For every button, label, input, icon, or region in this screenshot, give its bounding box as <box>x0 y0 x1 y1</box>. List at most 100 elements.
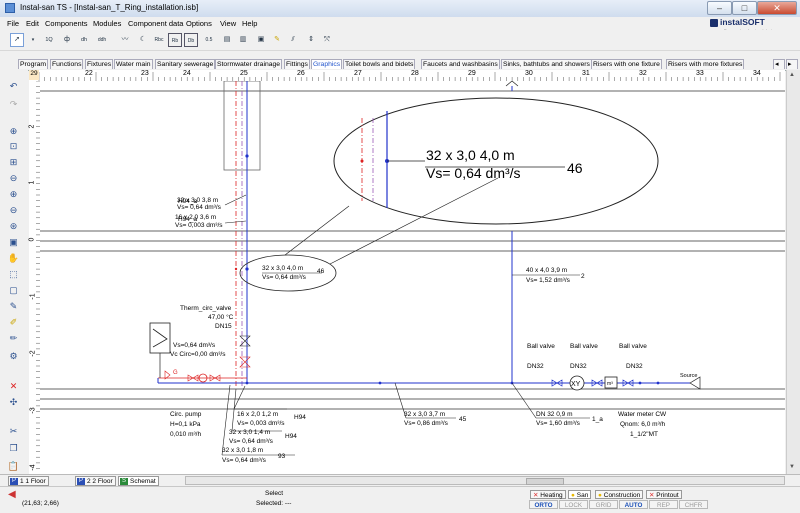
select-arrow-icon[interactable]: ➚ <box>10 33 24 47</box>
toggle-grid[interactable]: GRID <box>589 500 618 509</box>
zoom-plus-icon[interactable]: ⊕ <box>7 188 20 201</box>
sheet-badge: P <box>77 478 85 485</box>
curve-icon[interactable]: ☾ <box>136 33 150 47</box>
zoom-in-icon[interactable]: ⊕ <box>7 125 20 138</box>
minimize-button[interactable]: – <box>707 1 732 15</box>
printer-icon[interactable]: ▥ <box>236 33 250 47</box>
tab-fittings[interactable]: Fittings <box>284 59 310 69</box>
tab-functions[interactable]: Functions <box>50 59 84 69</box>
hatch-icon[interactable]: ⫽ <box>286 33 300 47</box>
pipe-1q-icon[interactable]: 1Q <box>42 33 56 47</box>
tab-sanitary-sewerage[interactable]: Sanitary sewerage <box>155 59 216 69</box>
ball-valve-1-dn: DN32 <box>527 363 544 370</box>
scroll-thumb[interactable] <box>526 478 564 485</box>
maximize-button[interactable]: □ <box>732 1 757 15</box>
toggle-rep[interactable]: REP <box>649 500 678 509</box>
redo-icon[interactable]: ↷ <box>7 98 20 111</box>
rb-icon[interactable]: Rb <box>168 33 182 47</box>
db-icon[interactable]: Db <box>184 33 198 47</box>
view-panel-icon[interactable]: ▣ <box>7 236 20 249</box>
menu-options[interactable]: Options <box>186 19 212 28</box>
cut-icon[interactable]: ✂ <box>7 425 20 438</box>
copy-icon[interactable]: ❐ <box>7 442 20 455</box>
edit-object-icon[interactable]: ✏ <box>7 332 20 345</box>
vertical-scrollbar[interactable]: ▲ ▼ <box>786 70 800 474</box>
insert-icon[interactable]: ✣ <box>7 396 20 409</box>
tab-risers-more[interactable]: Risers with more fixtures <box>666 59 745 69</box>
scroll-up-icon[interactable]: ▲ <box>789 72 795 78</box>
dimension-icon[interactable]: 0.5 <box>202 33 216 47</box>
therm-valve-symbol[interactable] <box>239 335 251 347</box>
scroll-down-icon[interactable]: ▼ <box>789 464 795 470</box>
tab-risers-one[interactable]: Risers with one fixture <box>591 59 662 69</box>
menu-help[interactable]: Help <box>242 19 257 28</box>
menu-modules[interactable]: Modules <box>93 19 121 28</box>
menu-edit[interactable]: Edit <box>26 19 39 28</box>
tab-faucets[interactable]: Faucets and washbasins <box>421 59 500 69</box>
toggle-lock[interactable]: LOCK <box>559 500 588 509</box>
rbc-icon[interactable]: Rbc <box>152 33 166 47</box>
drawing-canvas[interactable]: 32 x 3,0 4,0 m Vs= 0,64 dm³/s 46 H94_a H… <box>40 81 785 474</box>
tab-scroll-right[interactable]: ▸ <box>786 59 798 69</box>
zoom-minus-icon[interactable]: ⊖ <box>7 204 20 217</box>
pipe-tee-icon[interactable]: ф <box>60 33 74 47</box>
pencil-yellow-icon[interactable]: ✎ <box>270 33 284 47</box>
menu-view[interactable]: View <box>220 19 236 28</box>
close-button[interactable]: ✕ <box>757 1 797 15</box>
panel-icon[interactable]: ▣ <box>254 33 268 47</box>
menu-component-data[interactable]: Component data <box>128 19 183 28</box>
meter-line3: 1_1/2"MT <box>630 431 658 438</box>
sheet-tab-floor2[interactable]: P 2 2 Floor <box>75 476 116 486</box>
zoom-window-icon[interactable]: ⊡ <box>7 140 20 153</box>
select-region-icon[interactable]: ▢ <box>7 284 20 297</box>
pan-hand-icon[interactable]: ✋ <box>7 252 20 265</box>
n1a-flow: Vs= 1,60 dm³/s <box>536 420 581 427</box>
ruler-tick-label: -4 <box>29 464 37 471</box>
pen-icon[interactable]: ✎ <box>7 300 20 313</box>
sheet-tab-schemat[interactable]: S Schemat <box>118 476 159 486</box>
menu-components[interactable]: Components <box>45 19 88 28</box>
drawer-icon[interactable]: ▤ <box>220 33 234 47</box>
tab-scroll-left[interactable]: ◂ <box>773 59 785 69</box>
zoom-all-icon[interactable]: ⊛ <box>7 220 20 233</box>
dropdown-icon[interactable]: ▾ <box>26 33 40 47</box>
mode-tab-san[interactable]: ● San <box>568 490 592 499</box>
tab-program[interactable]: Program <box>18 59 49 69</box>
h94a-flow-bot: Vs= 0,003 dm³/s <box>175 222 223 229</box>
tab-fixtures[interactable]: Fixtures <box>85 59 114 69</box>
toggle-chfr[interactable]: CHFR <box>679 500 708 509</box>
pipe-ddh-icon[interactable]: ddh <box>95 33 109 47</box>
delete-icon[interactable]: ✕ <box>7 380 20 393</box>
pipe-branch-icon[interactable]: dh <box>77 33 91 47</box>
tab-graphics[interactable]: Graphics <box>311 59 343 69</box>
ruler-tick-label: 2 <box>28 124 36 129</box>
ruler-corner: 29 <box>29 70 39 80</box>
mode-tab-printout[interactable]: ✕ Printout <box>646 490 682 499</box>
zoom-out-icon[interactable]: ⊖ <box>7 172 20 185</box>
paste-icon[interactable]: 📋 <box>7 460 20 473</box>
undo-icon[interactable]: ↶ <box>7 80 20 93</box>
highlighter-icon[interactable]: ✐ <box>7 316 20 329</box>
mode-tab-construction[interactable]: ● Construction <box>595 490 644 499</box>
mode-tab-heating[interactable]: ✕ Heating <box>530 490 566 499</box>
sheet-tab-floor1[interactable]: P 1 1 Floor <box>8 476 49 486</box>
horizontal-scrollbar[interactable] <box>185 476 785 485</box>
move-icon[interactable]: ⇕ <box>304 33 318 47</box>
tab-stormwater-drainage[interactable]: Stormwater drainage <box>215 59 283 69</box>
route-icon[interactable]: ⤲ <box>320 33 334 47</box>
menu-file[interactable]: File <box>7 19 19 28</box>
tab-toilet-bowls[interactable]: Toilet bowls and bidets <box>343 59 416 69</box>
zigzag-icon[interactable]: 〰 <box>118 33 132 47</box>
heater-box[interactable] <box>149 322 171 354</box>
n1a-node: 1_a <box>592 416 603 423</box>
properties-icon[interactable]: ⚙ <box>7 350 20 363</box>
select-rect-icon[interactable]: ⬚ <box>7 268 20 281</box>
zoom-region-icon[interactable]: ⊞ <box>7 156 20 169</box>
h94-32-pipe: 32 x 3,0 1,4 m <box>229 429 270 436</box>
toggle-auto[interactable]: AUTO <box>619 500 648 509</box>
toggle-orto[interactable]: ORTO <box>529 500 558 509</box>
tab-water-main[interactable]: Water main <box>114 59 153 69</box>
ruler-tick-label: 26 <box>297 70 305 77</box>
tab-sinks[interactable]: Sinks, bathtubs and showers <box>501 59 592 69</box>
small-46-flow: Vs= 0,64 dm³/s <box>262 274 307 281</box>
